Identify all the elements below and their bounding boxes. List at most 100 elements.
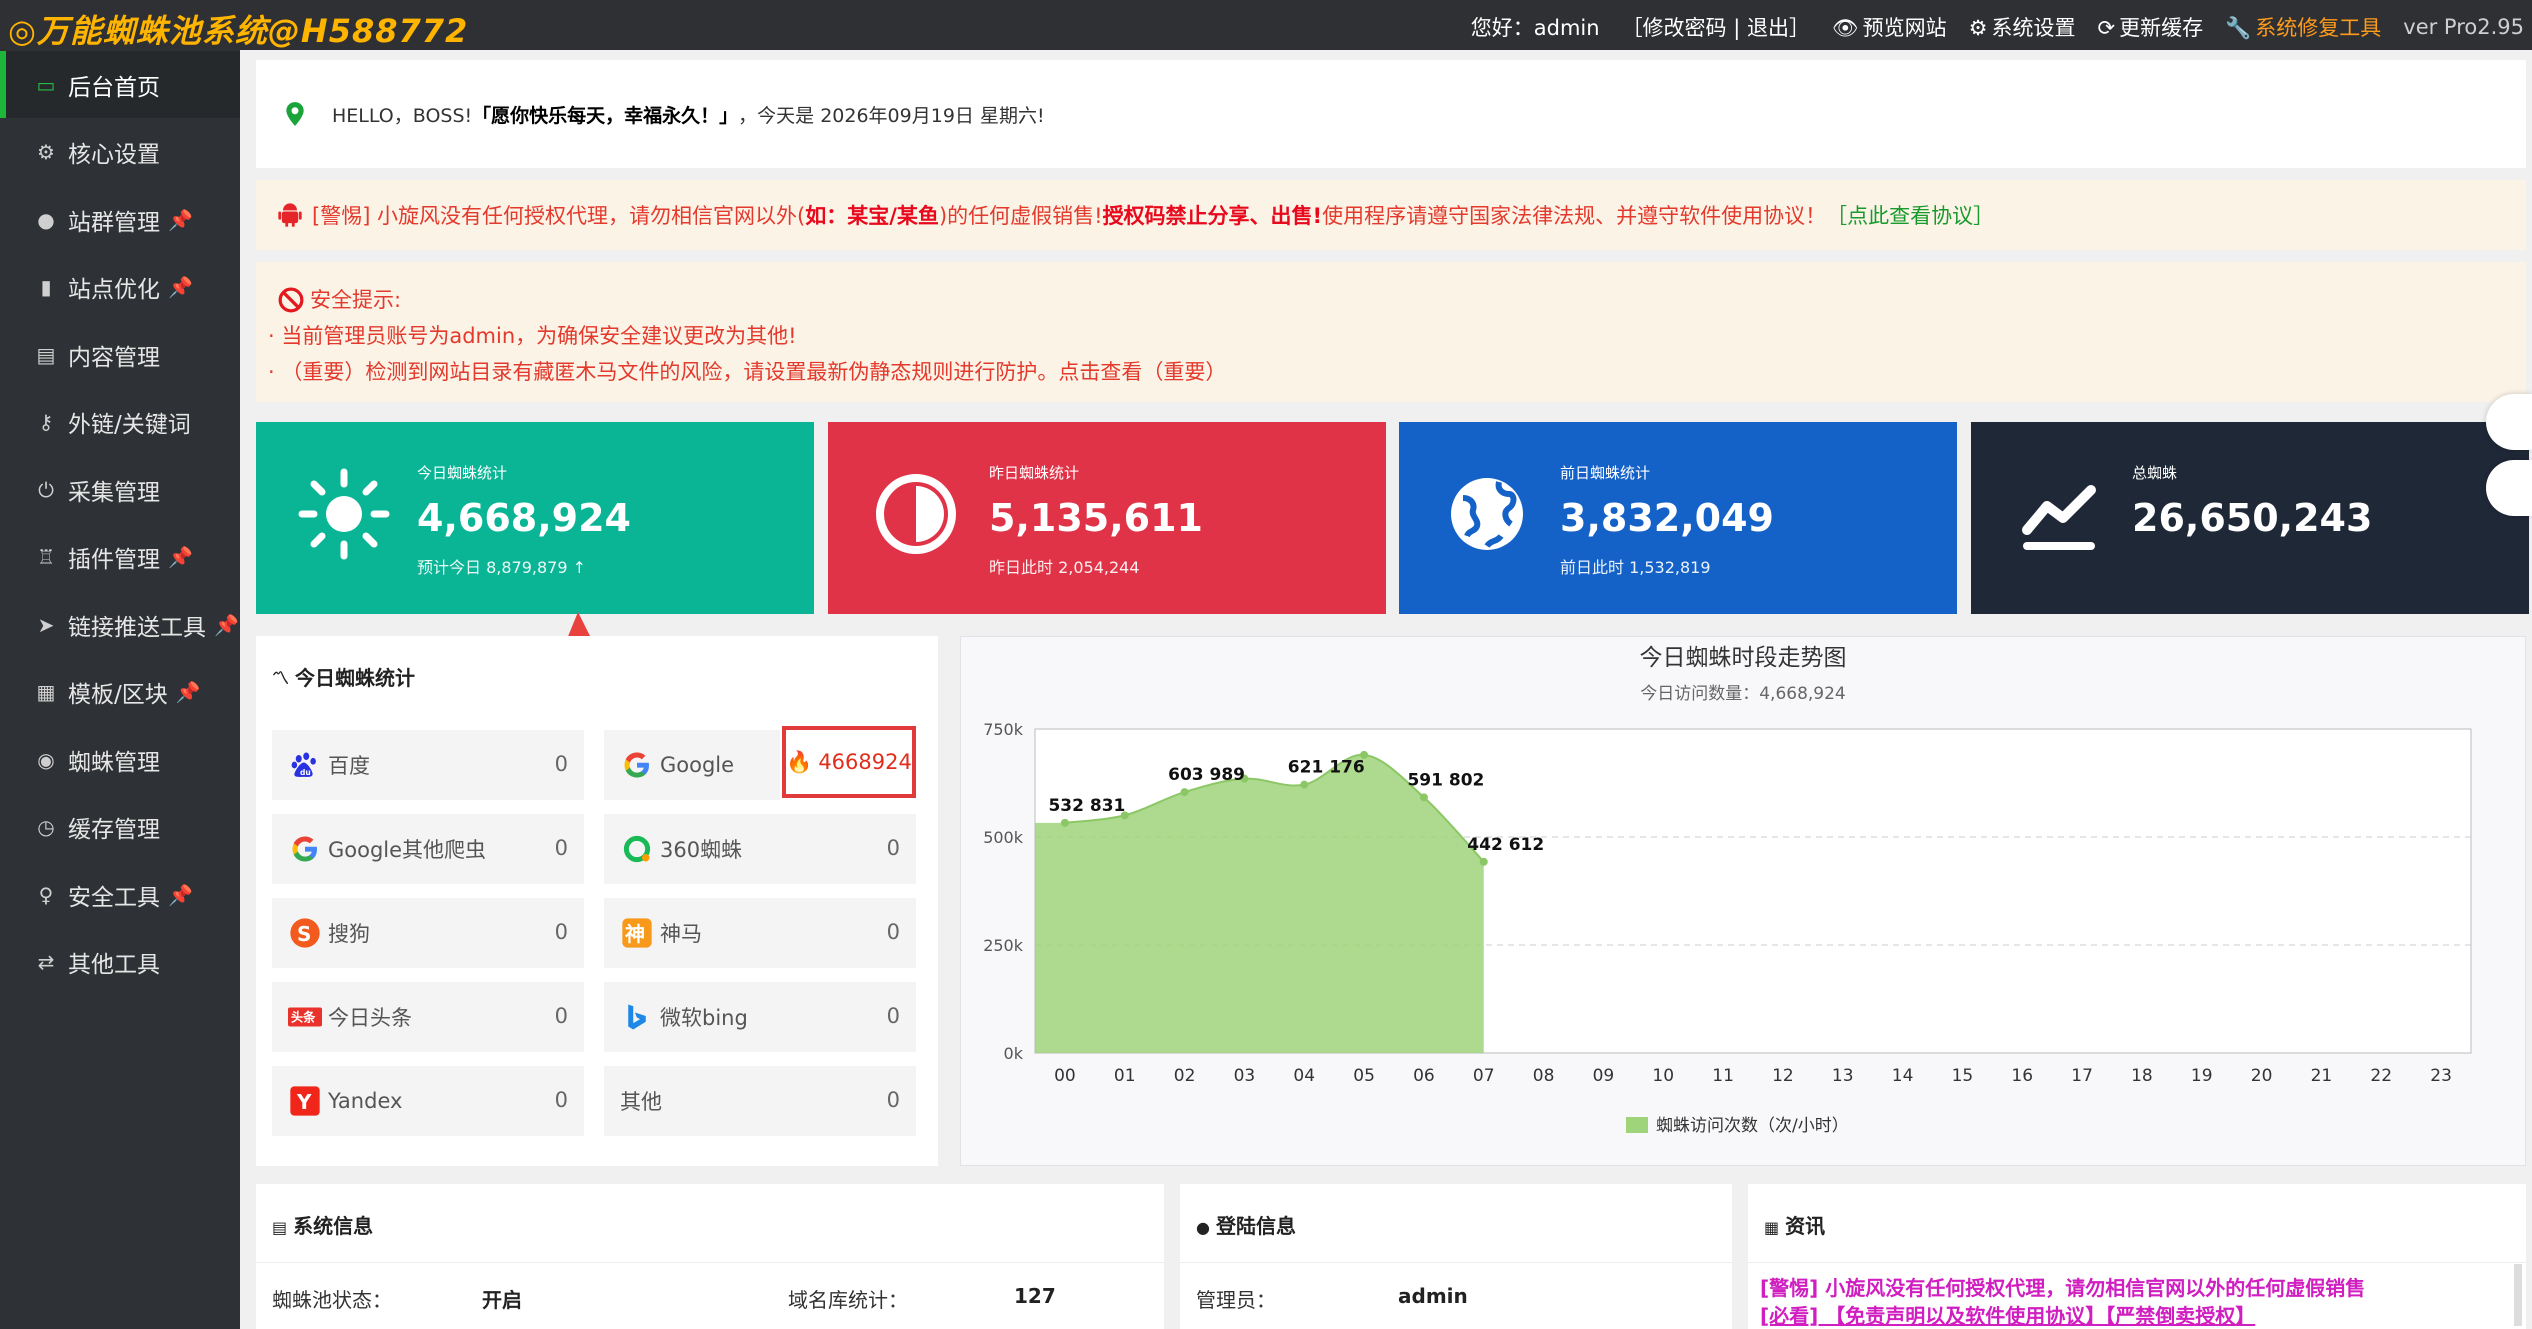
card-value: 4,668,924 (417, 496, 631, 540)
card-sub: 昨日此时 2,054,244 (989, 558, 1140, 577)
x-tick-label: 06 (1413, 1066, 1435, 1086)
sidebar-item-10[interactable]: ◉ 蜘蛛管理 (0, 726, 240, 793)
news-panel: ▦ 资讯 [警惕] 小旋风没有任何授权代理，请勿相信官网以外的任何虚假销售 [必看… (1748, 1184, 2526, 1329)
repair-tool-link[interactable]: 🔧 系统修复工具 (2225, 12, 2381, 42)
y-tick-label: 250k (983, 936, 1024, 955)
svg-text:Y: Y (296, 1090, 312, 1114)
news-item[interactable]: [警惕] 小旋风没有任何授权代理，请勿相信官网以外的任何虚假销售 (1760, 1272, 2365, 1301)
sidebar-item-8[interactable]: ➤ 链接推送工具 📌 (0, 591, 240, 658)
x-tick-label: 09 (1593, 1066, 1615, 1086)
sidebar-item-13[interactable]: ⇄ 其他工具 (0, 929, 240, 996)
sogou-icon: S (288, 916, 322, 950)
sidebar-item-5[interactable]: ⚷ 外链/关键词 (0, 389, 240, 456)
legend-swatch[interactable] (1626, 1117, 1648, 1133)
sidebar-item-1[interactable]: ⚙ 核心设置 (0, 119, 240, 186)
spider-count: 0 (554, 1088, 568, 1112)
data-point (1419, 793, 1428, 802)
y-tick-label: 500k (983, 828, 1024, 847)
baidu-icon: du (288, 748, 322, 782)
spider-item-other[interactable]: 其他 0 (604, 1066, 916, 1136)
x-tick-label: 07 (1473, 1066, 1495, 1086)
x-tick-label: 01 (1114, 1066, 1136, 1086)
spider-count: 0 (554, 920, 568, 944)
user-greeting: 您好：admin (1470, 16, 1600, 40)
news-item[interactable]: [必看] 【免责声明以及软件使用协议】【严禁倒卖授权】 (1760, 1300, 2255, 1329)
refresh-cache-link[interactable]: ⟳ 更新缓存 (2098, 12, 2204, 42)
version-label: ver Pro2.95 (2403, 15, 2524, 39)
chart-subtitle: 今日访问数量：4,668,924 (1640, 684, 1846, 704)
refresh-icon: ⟳ (2097, 16, 2116, 40)
fire-icon: 🔥 (786, 749, 813, 774)
svg-text:神: 神 (625, 922, 645, 946)
sidebar-item-3[interactable]: ▮ 站点优化 📌 (0, 254, 240, 321)
preview-site-link[interactable]: 👁 预览网站 (1832, 12, 1947, 42)
sidebar-item-11[interactable]: ◷ 缓存管理 (0, 794, 240, 861)
spider-name: 神马 (660, 922, 702, 946)
sidebar-item-4[interactable]: ▤ 内容管理 (0, 321, 240, 388)
bar-chart-icon: ▮ (40, 275, 52, 299)
x-tick-label: 11 (1712, 1066, 1734, 1086)
chart-title: 今日蜘蛛时段走势图 (1640, 645, 1847, 671)
sidebar-item-2[interactable]: ● 站群管理 📌 (0, 186, 240, 253)
spider-item-baidu[interactable]: du 百度 0 (272, 730, 584, 800)
spider-item-shenma[interactable]: 神 神马 0 (604, 898, 916, 968)
spider-item-yandex[interactable]: Y Yandex 0 (272, 1066, 584, 1136)
safety-line-1[interactable]: · 当前管理员账号为admin，为确保安全建议更改为其他! (268, 318, 2514, 354)
greeting-motto: 「愿你快乐每天，幸福永久！」 (472, 104, 739, 127)
spider-name: 搜狗 (328, 922, 370, 946)
data-label: 621 176 (1288, 758, 1365, 778)
legend-label[interactable]: 蜘蛛访问次数（次/小时） (1656, 1116, 1849, 1136)
safety-line-2[interactable]: · （重要）检测到网站目录有藏匿木马文件的风险，请设置最新伪静态规则进行防护。点… (268, 354, 2514, 390)
sidebar-item-7[interactable]: ♖ 插件管理 📌 (0, 524, 240, 591)
data-label: 442 612 (1467, 835, 1544, 855)
gear-icon: ⚙ (1968, 16, 1988, 40)
sidebar-item-label: 站点优化 (68, 277, 160, 303)
pin-icon: 📌 (168, 882, 193, 907)
sidebar-item-6[interactable]: ⏻ 采集管理 (0, 456, 240, 523)
app-logo[interactable]: ◎万能蜘蛛池系统@H588772 (8, 6, 468, 52)
spider-name: Google (660, 753, 735, 777)
pin-icon: 📌 (168, 275, 193, 299)
grid-icon: ▦ (36, 680, 56, 704)
spider-item-360[interactable]: 360蜘蛛 0 (604, 814, 916, 884)
spider-item-toutiao[interactable]: 头条 今日头条 0 (272, 982, 584, 1052)
greeting-date: ，今天是 2026年09月19日 星期六! (738, 104, 1045, 127)
spider-item-google[interactable]: Google (604, 730, 780, 800)
y-tick-label: 750k (983, 720, 1024, 739)
sidebar-item-0[interactable]: ▭ 后台首页 (0, 51, 240, 118)
document-icon: ▤ (36, 342, 56, 367)
account-links[interactable]: ［修改密码 | 退出］ (1622, 12, 1810, 42)
divider (256, 1262, 1164, 1263)
spider-name: 其他 (620, 1090, 662, 1114)
spider-name: 今日头条 (328, 1006, 412, 1030)
x-tick-label: 00 (1054, 1066, 1076, 1086)
system-settings-link[interactable]: ⚙ 系统设置 (1969, 12, 2076, 42)
top-links: 您好：admin ［修改密码 | 退出］ 👁 预览网站 ⚙ 系统设置 ⟳ 更新缓存 🔧… (1471, 12, 2524, 42)
divider (1748, 1262, 2526, 1263)
sidebar-item-9[interactable]: ▦ 模板/区块 📌 (0, 659, 240, 726)
sidebar-item-12[interactable]: ♀ 安全工具 📌 (0, 861, 240, 928)
spider-name: Google其他爬虫 (328, 838, 487, 862)
safety-tips: 安全提示: · 当前管理员账号为admin，为确保安全建议更改为其他! · （重… (256, 262, 2526, 402)
login-info-panel: ● 登陆信息 管理员： admin (1180, 1184, 1732, 1329)
trend-icon (2022, 485, 2096, 550)
warning-text-c: )的任何虚假销售! (938, 204, 1103, 228)
scrollbar[interactable] (2514, 1264, 2522, 1326)
spider-count: 4668924 (818, 750, 912, 774)
pin-icon: 📌 (168, 207, 193, 232)
agreement-link[interactable]: ［点此查看协议］ (1826, 200, 1994, 230)
sidebar-item-label: 外链/关键词 (68, 412, 191, 438)
spider-item-sogou[interactable]: S 搜狗 0 (272, 898, 584, 968)
x-tick-label: 20 (2251, 1066, 2273, 1086)
domain-key: 域名库统计： (788, 1288, 908, 1312)
spider-name: 百度 (328, 754, 370, 778)
status-key: 蜘蛛池状态： (272, 1288, 392, 1312)
x-tick-label: 14 (1892, 1066, 1914, 1086)
spider-item-bing[interactable]: 微软bing 0 (604, 982, 916, 1052)
spider-item-google-other[interactable]: Google其他爬虫 0 (272, 814, 584, 884)
spider-count: 0 (554, 836, 568, 860)
android-icon (278, 203, 302, 227)
yesterday-spider-card: 昨日蜘蛛统计 5,135,611 昨日此时 2,054,244 (828, 422, 1386, 614)
domain-value: 127 (1014, 1284, 1056, 1308)
shenma-icon: 神 (620, 916, 654, 950)
